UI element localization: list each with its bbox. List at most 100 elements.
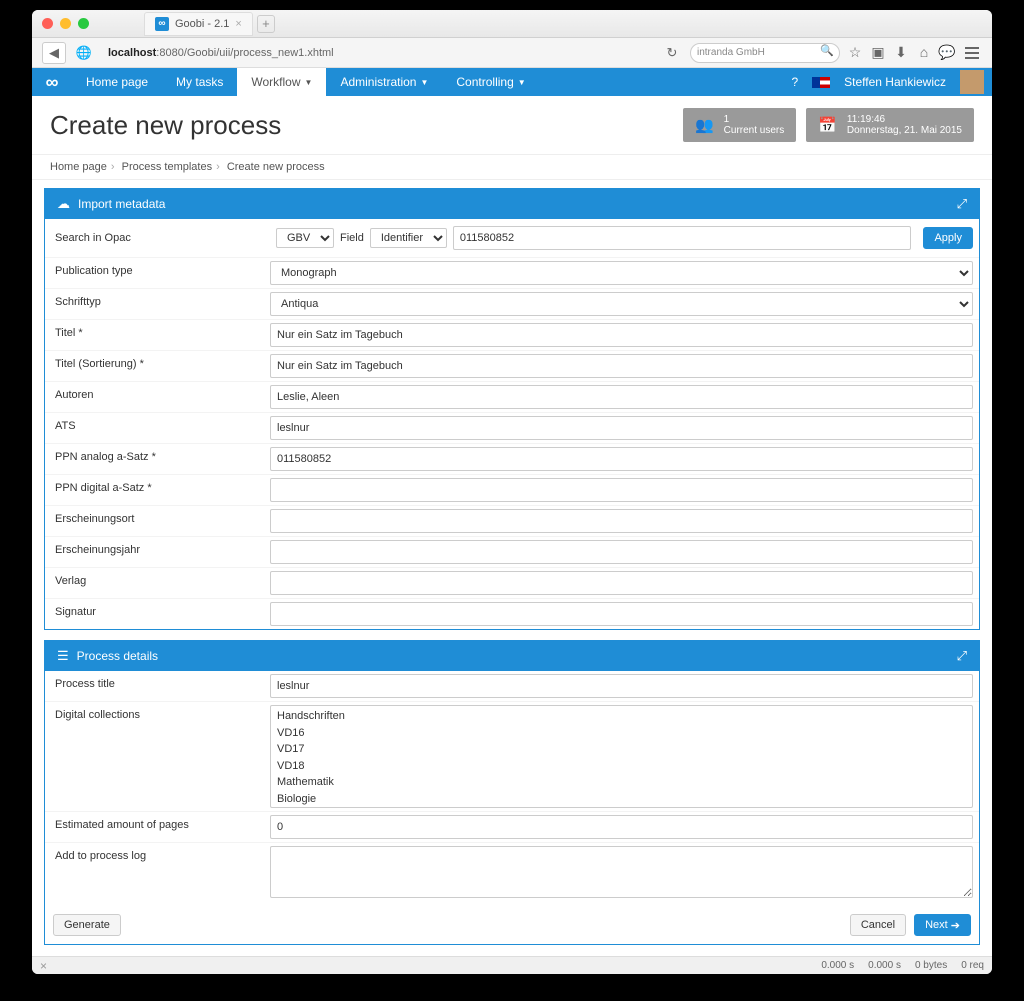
list-item[interactable]: Chemie xyxy=(277,807,966,808)
expand-icon[interactable]: ⤢ xyxy=(957,196,967,212)
status-bar: × 0.000 s 0.000 s 0 bytes 0 req xyxy=(32,956,992,974)
chevron-right-icon: › xyxy=(216,161,220,173)
maximize-window-icon[interactable] xyxy=(78,18,89,29)
nav-tasks[interactable]: My tasks xyxy=(162,68,237,96)
browser-search-input[interactable] xyxy=(690,43,840,63)
coll-label: Digital collections xyxy=(45,702,270,811)
flag-icon[interactable] xyxy=(812,77,830,88)
ppna-label: PPN analog a-Satz * xyxy=(45,444,270,474)
ppnd-label: PPN digital a-Satz * xyxy=(45,475,270,505)
autoren-input[interactable] xyxy=(270,385,973,409)
user-name[interactable]: Steffen Hankiewicz xyxy=(844,75,946,89)
download-icon[interactable]: ⬇ xyxy=(892,44,910,61)
favicon-icon: ∞ xyxy=(155,17,169,31)
collections-listbox[interactable]: HandschriftenVD16VD17VD18MathematikBiolo… xyxy=(270,705,973,808)
nav-controlling[interactable]: Controlling▼ xyxy=(442,68,539,96)
arrow-right-icon: ➔ xyxy=(951,919,960,932)
ats-input[interactable] xyxy=(270,416,973,440)
status-req: 0 req xyxy=(961,960,984,971)
address-bar: ◀ 🌐 localhost:8080/Goobi/uii/process_new… xyxy=(32,38,992,68)
chevron-right-icon: › xyxy=(111,161,115,173)
users-info-box: 👥 1Current users xyxy=(683,108,796,142)
minimize-window-icon[interactable] xyxy=(60,18,71,29)
ort-label: Erscheinungsort xyxy=(45,506,270,536)
avatar[interactable] xyxy=(960,70,984,94)
list-item[interactable]: VD17 xyxy=(277,741,966,758)
nav-admin[interactable]: Administration▼ xyxy=(326,68,442,96)
list-item[interactable]: VD16 xyxy=(277,725,966,742)
schrift-label: Schrifttyp xyxy=(45,289,270,319)
close-statusbar-icon[interactable]: × xyxy=(40,959,47,973)
browser-tab[interactable]: ∞ Goobi - 2.1 × xyxy=(144,12,253,36)
close-tab-icon[interactable]: × xyxy=(235,18,241,30)
log-label: Add to process log xyxy=(45,843,270,906)
sig-label: Signatur xyxy=(45,599,270,629)
calendar-icon: 📅 xyxy=(818,116,837,134)
users-icon: 👥 xyxy=(695,116,714,134)
ppna-input[interactable] xyxy=(270,447,973,471)
logo-icon[interactable]: ∞ xyxy=(32,68,72,96)
sig-input[interactable] xyxy=(270,602,973,626)
help-icon[interactable]: ? xyxy=(791,75,798,89)
list-item[interactable]: VD18 xyxy=(277,758,966,775)
pages-input[interactable] xyxy=(270,815,973,839)
chevron-down-icon: ▼ xyxy=(305,78,313,87)
pubtype-label: Publication type xyxy=(45,258,270,288)
jahr-label: Erscheinungsjahr xyxy=(45,537,270,567)
status-time1: 0.000 s xyxy=(821,960,854,971)
reload-button[interactable]: ↻ xyxy=(660,42,684,64)
app-navbar: ∞ Home page My tasks Workflow▼ Administr… xyxy=(32,68,992,96)
breadcrumb: Home page › Process templates › Create new… xyxy=(32,154,992,180)
ppnd-input[interactable] xyxy=(270,478,973,502)
home-icon[interactable]: ⌂ xyxy=(915,44,933,61)
cancel-button[interactable]: Cancel xyxy=(850,914,906,936)
log-textarea[interactable] xyxy=(270,846,973,898)
breadcrumb-home[interactable]: Home page xyxy=(50,161,107,173)
process-details-panel: ☰ Process details ⤢ Process title Digita… xyxy=(44,640,980,945)
titel-input[interactable] xyxy=(270,323,973,347)
list-item[interactable]: Handschriften xyxy=(277,708,966,725)
next-button[interactable]: Next ➔ xyxy=(914,914,971,936)
pocket-icon[interactable]: ▣ xyxy=(869,44,887,61)
verlag-input[interactable] xyxy=(270,571,973,595)
back-button[interactable]: ◀ xyxy=(42,42,66,64)
ats-label: ATS xyxy=(45,413,270,443)
list-icon: ☰ xyxy=(57,648,69,664)
expand-icon[interactable]: ⤢ xyxy=(957,648,967,664)
catalog-select[interactable]: GBV xyxy=(276,228,334,248)
new-tab-button[interactable]: + xyxy=(257,15,275,33)
url-field[interactable]: localhost:8080/Goobi/uii/process_new1.xh… xyxy=(102,44,654,62)
cloud-icon: ☁ xyxy=(57,196,70,212)
list-item[interactable]: Biologie xyxy=(277,791,966,808)
import-metadata-panel: ☁ Import metadata ⤢ Search in Opac GBV F… xyxy=(44,188,980,630)
jahr-input[interactable] xyxy=(270,540,973,564)
chevron-down-icon: ▼ xyxy=(518,78,526,87)
generate-button[interactable]: Generate xyxy=(53,914,121,936)
apply-button[interactable]: Apply xyxy=(923,227,973,249)
field-select[interactable]: Identifier xyxy=(370,228,447,248)
titel-label: Titel * xyxy=(45,320,270,350)
breadcrumb-current: Create new process xyxy=(227,161,325,173)
list-item[interactable]: Mathematik xyxy=(277,774,966,791)
pages-label: Estimated amount of pages xyxy=(45,812,270,842)
tab-title: Goobi - 2.1 xyxy=(175,18,229,30)
titelsort-input[interactable] xyxy=(270,354,973,378)
verlag-label: Verlag xyxy=(45,568,270,598)
hamburger-menu-icon[interactable] xyxy=(962,47,982,59)
ptitle-input[interactable] xyxy=(270,674,973,698)
chat-icon[interactable]: 💬 xyxy=(938,44,956,61)
close-window-icon[interactable] xyxy=(42,18,53,29)
search-opac-label: Search in Opac xyxy=(45,225,270,251)
nav-home[interactable]: Home page xyxy=(72,68,162,96)
star-icon[interactable]: ☆ xyxy=(846,44,864,61)
pubtype-select[interactable]: Monograph xyxy=(270,261,973,285)
nav-workflow[interactable]: Workflow▼ xyxy=(237,68,326,96)
ort-input[interactable] xyxy=(270,509,973,533)
ptitle-label: Process title xyxy=(45,671,270,701)
search-icon: 🔍 xyxy=(820,44,834,57)
search-value-input[interactable] xyxy=(453,226,912,250)
autoren-label: Autoren xyxy=(45,382,270,412)
breadcrumb-templates[interactable]: Process templates xyxy=(122,161,212,173)
schrift-select[interactable]: Antiqua xyxy=(270,292,973,316)
field-label: Field xyxy=(340,232,364,244)
